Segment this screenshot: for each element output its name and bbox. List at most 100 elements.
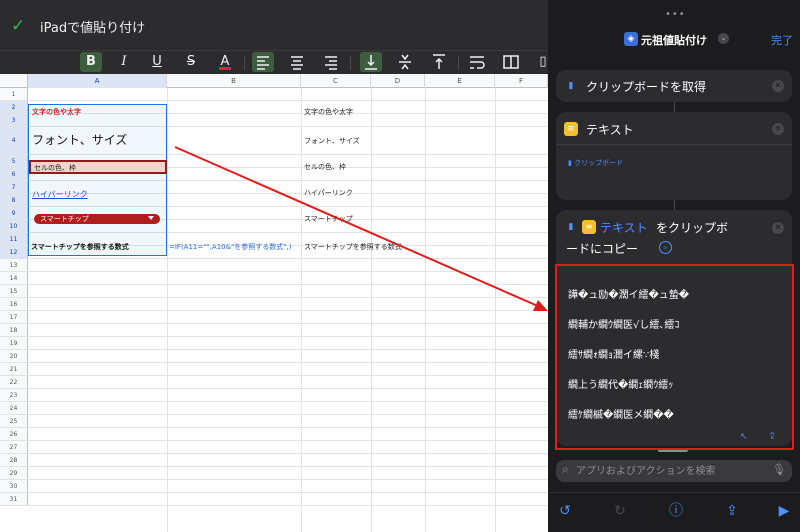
row-number[interactable]: 26 — [0, 428, 28, 440]
row-number[interactable]: 4 — [0, 127, 28, 154]
column-header-c[interactable]: C — [301, 74, 371, 88]
redo-icon[interactable]: ↻ — [610, 501, 630, 521]
row-number[interactable]: 29 — [0, 467, 28, 479]
bold-button[interactable]: B — [80, 52, 102, 72]
strikethrough-button[interactable]: S — [180, 52, 202, 72]
clipboard-variable-chip[interactable]: ▮ クリップボード — [568, 158, 623, 168]
sheet-row[interactable]: 22 — [0, 376, 548, 389]
sheet-row[interactable]: 14 — [0, 272, 548, 285]
column-header-b[interactable]: B — [167, 74, 301, 88]
sheet-row[interactable]: 29 — [0, 467, 548, 480]
row-number[interactable]: 23 — [0, 389, 28, 401]
row-number[interactable]: 6 — [0, 168, 28, 180]
italic-button[interactable]: I — [113, 52, 135, 72]
row-number[interactable]: 15 — [0, 285, 28, 297]
cell-a12[interactable]: スマートチップを参照する数式 — [31, 242, 129, 252]
cell-a2[interactable]: 文字の色や太字 — [32, 107, 81, 117]
align-right-button[interactable] — [320, 52, 342, 72]
remove-action-icon[interactable]: ✕ — [772, 222, 784, 234]
valign-middle-button[interactable] — [394, 52, 416, 72]
check-icon[interactable]: ✓ — [11, 16, 25, 36]
row-number[interactable]: 28 — [0, 454, 28, 466]
sheet-row[interactable]: 24 — [0, 402, 548, 415]
row-number[interactable]: 22 — [0, 376, 28, 388]
sheet-row[interactable]: 17 — [0, 311, 548, 324]
microphone-icon[interactable]: 🎙 — [772, 463, 786, 476]
sheet-row[interactable]: 16 — [0, 298, 548, 311]
row-number[interactable]: 19 — [0, 337, 28, 349]
info-icon[interactable]: ⓘ — [666, 501, 686, 521]
remove-action-icon[interactable]: ✕ — [772, 80, 784, 92]
sheet-row[interactable]: 19 — [0, 337, 548, 350]
sheet-row[interactable]: 30 — [0, 480, 548, 493]
cell-c6[interactable]: セルの色、枠 — [304, 162, 346, 172]
align-center-button[interactable] — [286, 52, 308, 72]
cell-c2[interactable]: 文字の色や太字 — [304, 107, 353, 117]
spreadsheet-grid[interactable]: A B C D E F 1 2 3 4 5 6 7 8 9 10 11 12 13 14 15 16 17 18 1… — [0, 74, 548, 532]
sheet-row[interactable]: 31 — [0, 493, 548, 506]
sheet-row[interactable]: 1 — [0, 88, 548, 101]
sheet-row[interactable]: 27 — [0, 441, 548, 454]
row-number[interactable]: 24 — [0, 402, 28, 414]
cell-c4[interactable]: フォント、サイズ — [304, 136, 360, 146]
row-number[interactable]: 21 — [0, 363, 28, 375]
row-number[interactable]: 1 — [0, 88, 28, 100]
row-number[interactable]: 31 — [0, 493, 28, 505]
cell-a6[interactable]: セルの色、枠 — [34, 163, 76, 173]
sheet-row[interactable]: 26 — [0, 428, 548, 441]
row-number[interactable]: 7 — [0, 181, 28, 193]
sheet-row[interactable]: 18 — [0, 324, 548, 337]
shortcut-title[interactable]: 元祖値貼付け — [641, 32, 707, 48]
merge-cells-button[interactable] — [500, 52, 522, 72]
cell-a4[interactable]: フォント、サイズ — [32, 131, 127, 148]
share-icon[interactable]: ⇪ — [722, 501, 742, 521]
row-number[interactable]: 11 — [0, 233, 28, 245]
underline-button[interactable]: U — [146, 52, 168, 72]
cell-a10-chip-label[interactable]: スマートチップ — [40, 214, 89, 224]
row-number[interactable]: 30 — [0, 480, 28, 492]
remove-action-icon[interactable]: ✕ — [772, 123, 784, 135]
search-bar[interactable]: ⌕ 🎙 — [556, 460, 792, 482]
cell-c10[interactable]: スマートチップ — [304, 214, 353, 224]
document-title[interactable]: iPadで値貼り付け — [40, 17, 145, 36]
text-variable-token[interactable]: テキスト — [600, 219, 648, 236]
cell-c8[interactable]: ハイパーリンク — [304, 188, 353, 198]
row-number[interactable]: 17 — [0, 311, 28, 323]
search-input[interactable] — [576, 463, 766, 479]
row-number[interactable]: 14 — [0, 272, 28, 284]
sheet-row[interactable]: 13 — [0, 259, 548, 272]
column-header-d[interactable]: D — [371, 74, 425, 88]
play-icon[interactable]: ▶ — [774, 501, 794, 521]
column-header-e[interactable]: E — [425, 74, 495, 88]
cell-b12-formula[interactable]: =IF(A11="",A10&"を参照する数式",) — [169, 242, 291, 252]
action-get-clipboard[interactable]: ▮ クリップボードを取得 ✕ — [556, 70, 792, 102]
cell-c12[interactable]: スマートチップを参照する数式 — [304, 242, 402, 252]
row-number[interactable]: 10 — [0, 220, 28, 232]
row-number[interactable]: 16 — [0, 298, 28, 310]
row-number[interactable]: 27 — [0, 441, 28, 453]
column-header-f[interactable]: F — [495, 74, 548, 88]
undo-icon[interactable]: ↺ — [555, 501, 575, 521]
action-text[interactable]: ≡ テキスト ✕ ▮ クリップボード — [556, 112, 792, 200]
chevron-down-icon[interactable]: ⌄ — [718, 33, 729, 44]
align-left-button[interactable] — [252, 52, 274, 72]
valign-bottom-button[interactable] — [360, 52, 382, 72]
sheet-row[interactable]: 28 — [0, 454, 548, 467]
chevron-right-icon[interactable]: › — [659, 241, 672, 254]
wrap-text-button[interactable] — [466, 52, 488, 72]
cell-a8-link[interactable]: ハイパーリンク — [32, 189, 88, 200]
row-number[interactable]: 13 — [0, 259, 28, 271]
select-all-corner[interactable] — [0, 74, 28, 88]
row-number[interactable]: 9 — [0, 207, 28, 219]
sheet-row[interactable]: 21 — [0, 363, 548, 376]
column-header-a[interactable]: A — [28, 74, 167, 88]
row-number[interactable]: 8 — [0, 194, 28, 206]
row-number[interactable]: 12 — [0, 246, 28, 258]
row-number[interactable]: 20 — [0, 350, 28, 362]
row-number[interactable]: 25 — [0, 415, 28, 427]
valign-top-button[interactable] — [428, 52, 450, 72]
sheet-row[interactable]: 15 — [0, 285, 548, 298]
row-number[interactable]: 2 — [0, 101, 28, 113]
row-number[interactable]: 18 — [0, 324, 28, 336]
panel-grabber[interactable]: ••• — [665, 9, 686, 20]
